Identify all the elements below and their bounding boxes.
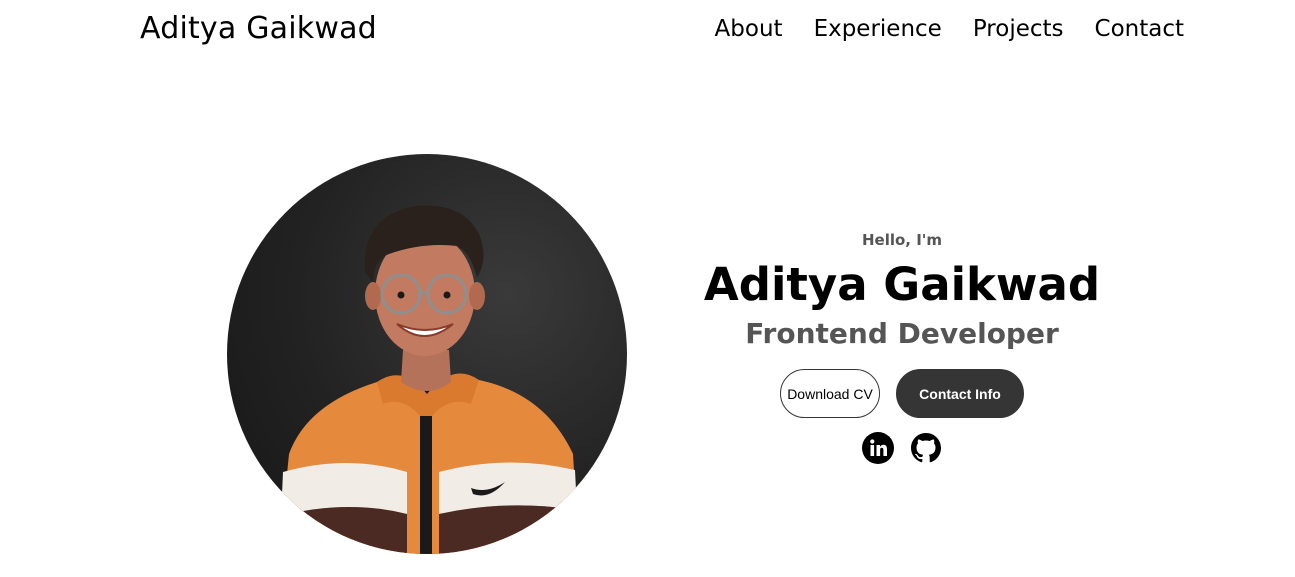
site-header: Aditya Gaikwad About Experience Projects… (0, 0, 1295, 60)
nav-item-contact: Contact (1095, 12, 1184, 46)
nav-item-experience: Experience (814, 12, 942, 46)
hero-greeting: Hello, I'm (861, 231, 943, 249)
nav-item-projects: Projects (973, 12, 1064, 46)
nav-link-about[interactable]: About (715, 16, 783, 42)
linkedin-icon[interactable] (862, 432, 894, 464)
nav-link-projects[interactable]: Projects (973, 16, 1064, 42)
hero-buttons: Download CV Contact Info (692, 369, 1112, 418)
nav-links: About Experience Projects Contact (715, 12, 1184, 46)
hero-title: Frontend Developer (745, 317, 1059, 350)
nav-link-experience[interactable]: Experience (814, 16, 942, 42)
social-links (692, 432, 1112, 464)
contact-info-button[interactable]: Contact Info (896, 369, 1024, 418)
download-cv-button[interactable]: Download CV (780, 369, 880, 418)
profile-photo-illustration (277, 205, 579, 554)
hero-section: Hello, I'm Aditya Gaikwad Frontend Devel… (692, 225, 1112, 464)
nav-item-about: About (715, 12, 783, 46)
github-icon[interactable] (910, 432, 942, 464)
nav-link-contact[interactable]: Contact (1095, 16, 1184, 42)
hero-name: Aditya Gaikwad (703, 258, 1101, 311)
site-logo[interactable]: Aditya Gaikwad (140, 9, 377, 49)
profile-photo (227, 154, 627, 554)
